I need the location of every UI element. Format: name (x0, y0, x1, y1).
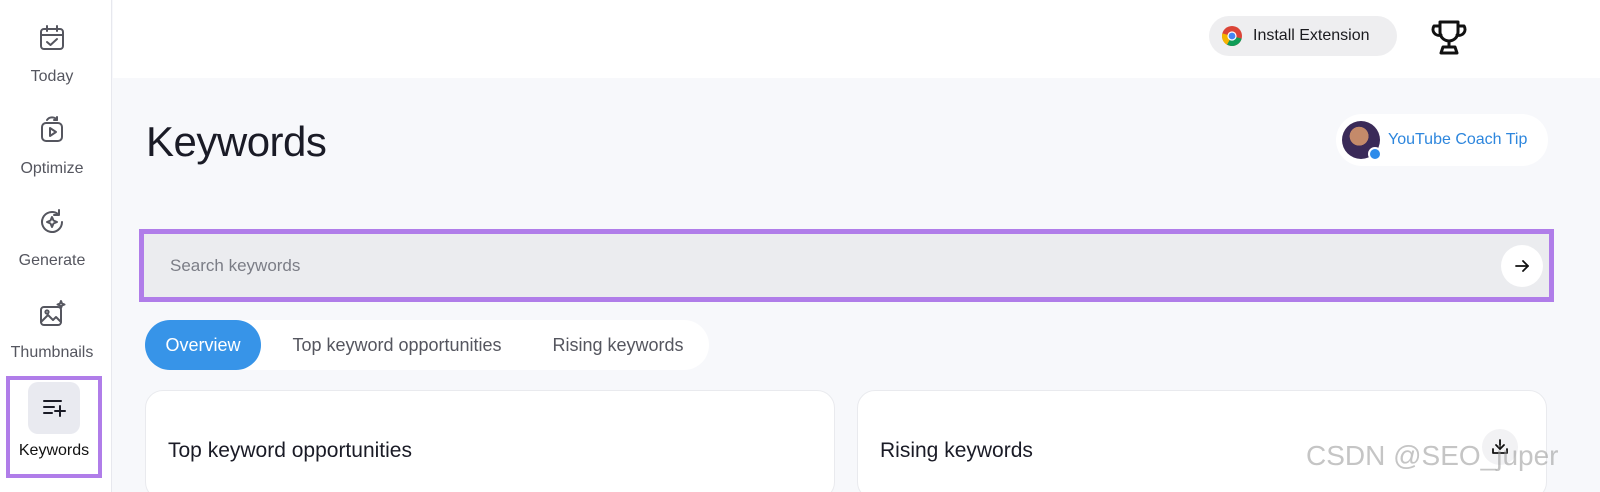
sidebar-item-today[interactable]: Today (0, 22, 104, 86)
sidebar-item-thumbnails[interactable]: Thumbnails (0, 298, 104, 362)
tab-top-keyword-opportunities[interactable]: Top keyword opportunities (261, 320, 533, 370)
avatar (1342, 121, 1382, 161)
top-keyword-opportunities-card: Top keyword opportunities (145, 390, 835, 492)
active-item-highlight (28, 382, 80, 434)
verified-badge-icon (1368, 147, 1382, 161)
sidebar-item-optimize[interactable]: Optimize (0, 114, 104, 178)
install-extension-label: Install Extension (1253, 27, 1370, 44)
tab-overview[interactable]: Overview (145, 320, 261, 370)
sidebar-item-label: Keywords (18, 442, 90, 459)
sidebar: Today Optimize Generate Thumbnails Keywo… (0, 0, 112, 492)
image-sparkle-icon (40, 300, 66, 326)
sidebar-item-keywords[interactable]: Keywords (6, 376, 102, 478)
card-title: Rising keywords (880, 439, 1033, 462)
card-title: Top keyword opportunities (168, 439, 412, 462)
install-extension-button[interactable]: Install Extension (1209, 16, 1397, 56)
search-bar (144, 234, 1549, 297)
sidebar-item-generate[interactable]: Generate (0, 206, 104, 270)
trophy-icon[interactable] (1431, 18, 1467, 56)
sidebar-item-label: Thumbnails (10, 344, 94, 361)
sidebar-item-label: Today (30, 68, 74, 85)
calendar-check-icon (40, 25, 64, 50)
sidebar-item-label: Generate (18, 252, 86, 269)
list-plus-icon (43, 400, 66, 417)
search-submit-button[interactable] (1501, 245, 1543, 287)
tab-bar: Overview Top keyword opportunities Risin… (145, 320, 709, 370)
youtube-coach-tip-button[interactable]: YouTube Coach Tip (1336, 114, 1548, 166)
chrome-icon (1221, 26, 1242, 47)
video-refresh-icon (41, 116, 63, 142)
watermark: CSDN @SEO_juper (1306, 440, 1559, 471)
page-title: Keywords (146, 118, 327, 165)
search-input[interactable] (144, 245, 1464, 286)
coach-tip-label: YouTube Coach Tip (1388, 131, 1528, 148)
sparkle-refresh-icon (41, 209, 63, 233)
arrow-right-icon (1515, 260, 1529, 272)
tab-rising-keywords[interactable]: Rising keywords (533, 320, 703, 370)
search-highlight-frame (139, 229, 1554, 302)
sidebar-item-label: Optimize (20, 160, 84, 177)
top-bar: Install Extension (113, 0, 1600, 78)
